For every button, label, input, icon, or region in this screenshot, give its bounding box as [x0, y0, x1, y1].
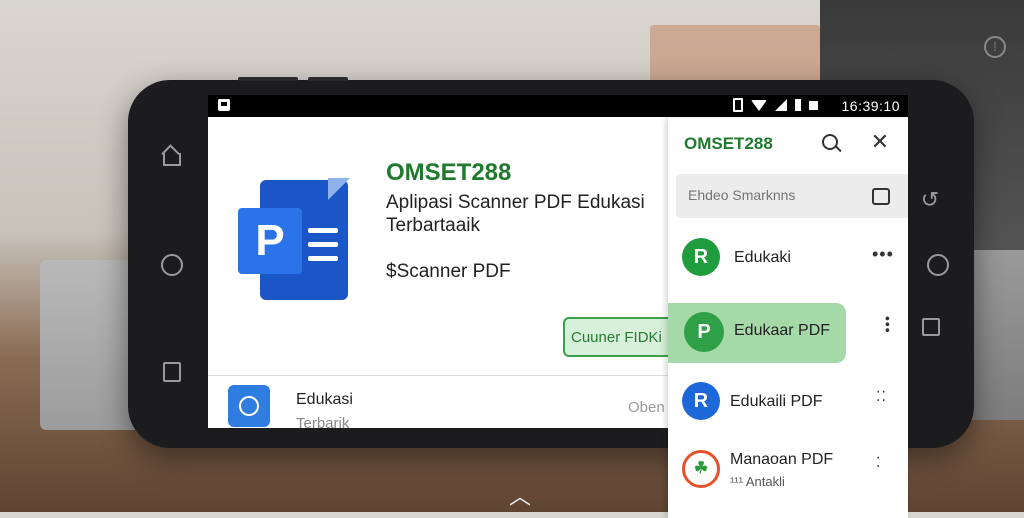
- wifi-icon: [751, 99, 767, 111]
- redo-icon[interactable]: ↺: [920, 189, 940, 211]
- power-button: [308, 77, 348, 81]
- vibrate-icon: [733, 98, 743, 112]
- panel-item-label: Manaoan PDF: [730, 451, 834, 468]
- info-icon[interactable]: !: [984, 36, 1006, 58]
- chevron-up-icon[interactable]: ︿: [505, 486, 535, 508]
- app-logo: P: [238, 178, 350, 302]
- data-icon: [809, 100, 818, 110]
- document-lines-icon: [308, 228, 338, 270]
- list-item-subtitle: Terbarik: [296, 415, 350, 428]
- panel-brand: OMSET288: [684, 134, 773, 153]
- search-input[interactable]: [686, 186, 860, 204]
- logo-letter: P: [238, 208, 302, 274]
- square-nav-icon[interactable]: [922, 318, 940, 336]
- avatar: R: [682, 238, 720, 276]
- more-vertical-icon[interactable]: •••: [880, 316, 896, 334]
- list-item-title[interactable]: Edukasi: [296, 391, 353, 409]
- search-icon[interactable]: [822, 134, 838, 150]
- signal-icon: [775, 99, 787, 111]
- side-panel: OMSET288 ✕ R Edukaki ••• P Edukaar PDF •…: [668, 118, 908, 518]
- panel-item-label: Edukaili PDF: [730, 393, 823, 410]
- divider: [208, 375, 668, 376]
- app-brand: OMSET288: [386, 159, 512, 186]
- more-icon[interactable]: ⁚⁚: [876, 388, 887, 405]
- panel-item-edukaar-pdf[interactable]: P Edukaar PDF •••: [668, 310, 908, 366]
- panel-item-edukaki[interactable]: R Edukaki •••: [668, 236, 908, 296]
- avatar: P: [684, 312, 724, 352]
- circle-nav-icon[interactable]: [161, 254, 183, 276]
- back-nav-icon[interactable]: [163, 362, 181, 382]
- app-title: Aplipasi Scanner PDF Edukasi Terbartaaik: [386, 192, 645, 236]
- panel-item-manaoan-pdf[interactable]: ☘ Manaoan PDF ¹¹¹ Antakli ⁚: [668, 448, 908, 508]
- more-icon[interactable]: ⁚: [876, 454, 881, 471]
- avatar: ☘: [682, 450, 720, 488]
- close-icon[interactable]: ✕: [870, 131, 890, 153]
- install-button[interactable]: Cuuner FIDKi: [563, 317, 683, 357]
- circle-nav-right-icon[interactable]: [927, 254, 949, 276]
- panel-search-bar[interactable]: [676, 174, 908, 218]
- status-icons: [733, 98, 818, 112]
- volume-button: [238, 77, 298, 81]
- notification-icon: [218, 99, 230, 111]
- panel-item-label: Edukaki: [734, 249, 791, 266]
- panel-item-sub: ¹¹¹ Antakli: [730, 474, 785, 489]
- status-time: 16:39:10: [841, 98, 900, 114]
- panel-item-edukaili-pdf[interactable]: R Edukaili PDF ⁚⁚: [668, 380, 908, 440]
- app-subtitle: $Scanner PDF: [386, 261, 511, 282]
- status-bar: 16:39:10: [208, 95, 908, 117]
- avatar: R: [682, 382, 720, 420]
- more-icon[interactable]: •••: [872, 244, 894, 265]
- open-button[interactable]: Oben: [628, 399, 665, 416]
- home-icon[interactable]: [160, 145, 182, 167]
- panel-header: OMSET288 ✕: [668, 118, 908, 172]
- panel-item-label: Edukaar PDF: [734, 322, 831, 339]
- label-icon[interactable]: [872, 188, 890, 205]
- battery-icon: [795, 99, 801, 111]
- scan-app-icon[interactable]: [228, 385, 270, 427]
